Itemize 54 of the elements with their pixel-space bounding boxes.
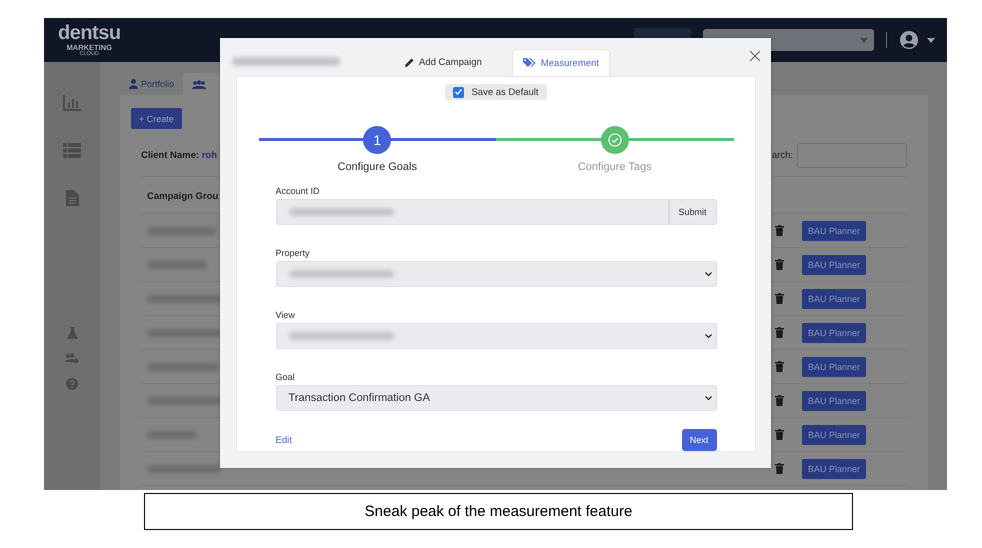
trash-icon[interactable] (775, 225, 784, 236)
select-field[interactable] (276, 261, 716, 287)
account-id-field[interactable] (276, 199, 668, 225)
trash-icon[interactable] (775, 361, 784, 372)
pencil-icon (405, 58, 414, 66)
next-button[interactable]: Next (682, 429, 716, 451)
trash-icon[interactable] (775, 259, 784, 270)
trash-icon[interactable] (775, 429, 784, 440)
user-icon (129, 79, 138, 89)
bau-planner-button[interactable]: BAU Planner (802, 356, 866, 376)
field-label: Goal (276, 372, 296, 382)
field-label: Account ID (276, 186, 321, 196)
user-icon[interactable] (899, 30, 919, 50)
step-label: Configure Goals (338, 161, 417, 173)
bau-planner-button[interactable]: BAU Planner (802, 254, 866, 274)
chevron-icon (704, 272, 712, 277)
column-header: Campaign Grou (147, 191, 218, 202)
step-marker[interactable] (600, 126, 629, 154)
edit-link[interactable]: Edit (276, 434, 292, 446)
step-label: Configure Tags (578, 161, 652, 173)
bau-planner-button[interactable]: BAU Planner (802, 458, 866, 478)
select-field[interactable] (276, 323, 716, 349)
select-field[interactable]: Transaction Confirmation GA (276, 385, 716, 411)
logo-text: dentsu (58, 22, 121, 42)
field-label: View (276, 310, 296, 320)
check-icon (455, 89, 462, 95)
caret-icon[interactable] (927, 38, 935, 42)
chevron-icon (704, 334, 712, 339)
bau-planner-button[interactable]: BAU Planner (802, 390, 866, 410)
trash-icon[interactable] (775, 293, 784, 304)
blurred-text (147, 362, 219, 370)
bau-planner-button[interactable]: BAU Planner (802, 220, 866, 240)
bau-planner-button[interactable]: BAU Planner (802, 424, 866, 444)
users-icon (192, 80, 206, 88)
step-marker[interactable]: 1 (363, 126, 392, 154)
save-default-checkbox[interactable]: Save as Default (445, 84, 547, 100)
bau-planner-button[interactable]: BAU Planner (802, 288, 866, 308)
trash-icon[interactable] (775, 395, 784, 406)
bau-planner-button[interactable]: BAU Planner (802, 322, 866, 342)
caret-icon (860, 38, 868, 42)
search-label: arch: (772, 150, 793, 161)
field-label: Property (276, 248, 311, 258)
create-button[interactable]: + Create (131, 108, 182, 129)
caption: Sneak peak of the measurement feature (144, 493, 853, 530)
close-icon[interactable] (750, 51, 760, 61)
tab[interactable]: Measurement (512, 49, 610, 76)
submit-button[interactable]: Submit (668, 199, 716, 225)
chevron-icon (704, 396, 712, 401)
check-circle-icon (608, 133, 622, 147)
tab[interactable]: Add Campaign (395, 49, 492, 75)
client-name: Client Name: roh (141, 150, 218, 161)
trash-icon[interactable] (775, 327, 784, 338)
trash-icon[interactable] (775, 463, 784, 474)
tags-icon (522, 58, 536, 68)
